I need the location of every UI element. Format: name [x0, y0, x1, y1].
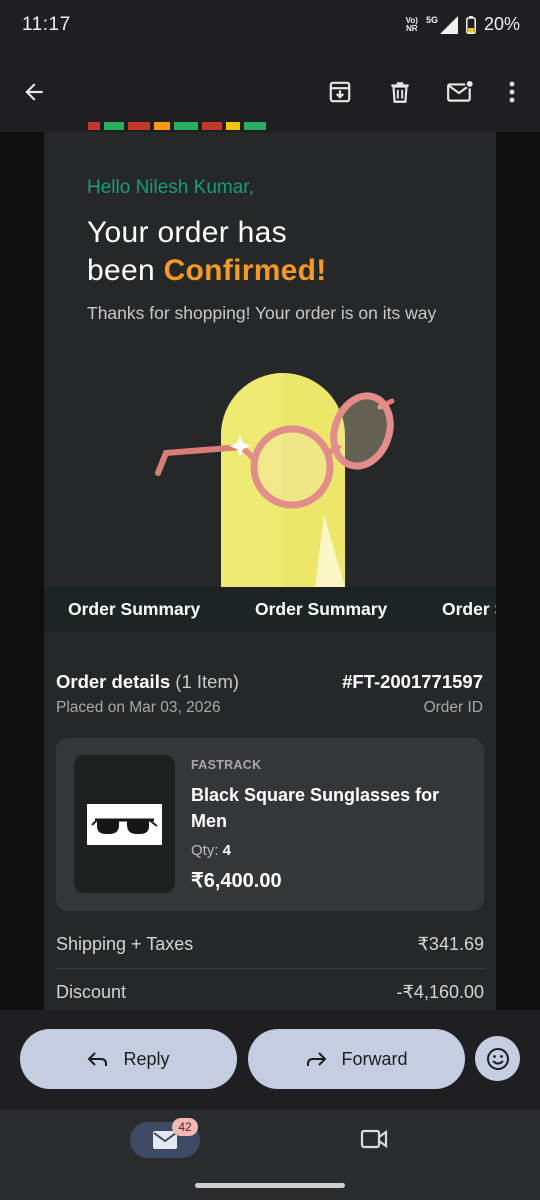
forward-icon — [307, 1052, 327, 1066]
top-app-bar — [0, 52, 540, 132]
thanks-message: Thanks for shopping! Your order is on it… — [87, 303, 437, 323]
product-name: Black Square Sunglasses for Men — [191, 785, 440, 831]
ticker-item: Order Summary — [442, 599, 496, 619]
item-count: (1 Item) — [175, 671, 240, 692]
status-bar: 11:17 Vo) NR 5G 20% — [0, 0, 540, 52]
gmail-email-screen: 11:17 Vo) NR 5G 20% Hello Nilesh Kumar, … — [0, 0, 540, 1200]
sunglasses-image — [87, 804, 162, 845]
brand-logo-partial — [88, 118, 268, 132]
delete-icon[interactable] — [380, 72, 420, 112]
emoji-reaction-button[interactable] — [475, 1036, 520, 1081]
discount-row: Discount -₹4,160.00 — [56, 982, 484, 1002]
status-icons: Vo) NR 5G 20% — [406, 14, 520, 35]
order-number: #FT-2001771597 — [342, 671, 483, 692]
battery-level: 20% — [483, 14, 520, 34]
forward-button[interactable]: Forward — [248, 1029, 465, 1089]
battery-icon — [466, 15, 476, 34]
mail-unread-badge: 42 — [172, 1118, 198, 1136]
order-summary-ticker: Order Summary Order Summary Order Summar… — [44, 587, 496, 632]
mark-unread-icon[interactable] — [440, 72, 480, 112]
more-vert-icon[interactable] — [492, 72, 532, 112]
greeting: Hello Nilesh Kumar, — [87, 177, 254, 198]
product-brand: FASTRACK — [191, 758, 262, 772]
volte-indicator: Vo) NR — [405, 15, 418, 33]
ticker-item: Order Summary — [255, 599, 388, 619]
video-camera-icon — [360, 1129, 388, 1149]
gesture-home-bar[interactable] — [195, 1183, 345, 1188]
ticker-item: Order Summary — [68, 599, 201, 619]
signal-icon: 5G — [426, 15, 458, 34]
shipping-taxes-row: Shipping + Taxes ₹341.69 — [56, 934, 484, 954]
archive-icon[interactable] — [320, 72, 360, 112]
headline: Your order has been Confirmed! — [87, 216, 327, 287]
arrow-back-icon[interactable] — [14, 72, 54, 112]
confirmed-text: Confirmed! — [163, 254, 327, 287]
nav-meet[interactable] — [360, 1128, 388, 1155]
eyeglasses-hero-image — [150, 365, 400, 587]
row-divider — [56, 968, 484, 969]
product-price: ₹6,400.00 — [191, 870, 282, 892]
reply-button[interactable]: Reply — [20, 1029, 237, 1089]
product-quantity: Qty: 4 — [191, 842, 232, 859]
order-details-title: Order details (1 Item) — [56, 671, 240, 692]
order-id-label: Order ID — [423, 699, 483, 716]
placed-date: Placed on Mar 03, 2026 — [56, 699, 221, 716]
emoji-icon — [486, 1047, 509, 1070]
reply-icon — [88, 1052, 108, 1066]
status-time: 11:17 — [22, 14, 71, 35]
